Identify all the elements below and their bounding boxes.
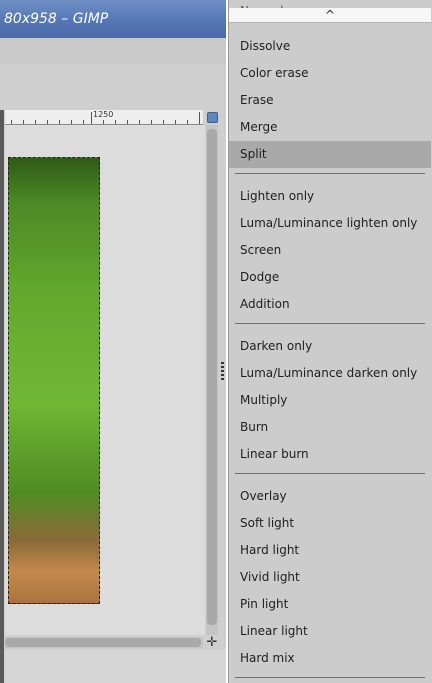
menu-item-dissolve[interactable]: Dissolve: [229, 33, 431, 60]
ruler-label: 1250: [93, 110, 114, 119]
menu-item-screen[interactable]: Screen: [229, 237, 431, 264]
menu-item-soft-light[interactable]: Soft light: [229, 510, 431, 537]
vertical-scrollbar[interactable]: [206, 125, 218, 635]
crosshair-icon[interactable]: ✛: [205, 636, 219, 650]
image-layer-preview[interactable]: [8, 157, 100, 604]
menu-item-overlay[interactable]: Overlay: [229, 483, 431, 510]
status-bar: [5, 650, 226, 683]
menu-item-burn[interactable]: Burn: [229, 414, 431, 441]
dock-handle[interactable]: [221, 362, 224, 380]
horizontal-scrollbar[interactable]: [5, 637, 203, 648]
menu-item-pin-light[interactable]: Pin light: [229, 591, 431, 618]
vertical-scrollbar-thumb[interactable]: [207, 129, 217, 625]
gimp-image-window: 80x958 – GIMP 1250 ✛: [0, 0, 226, 683]
menu-separator: [235, 677, 425, 678]
menu-item-linear-burn[interactable]: Linear burn: [229, 441, 431, 468]
menu-item-luma-darken-only[interactable]: Luma/Luminance darken only: [229, 360, 431, 387]
window-title: 80x958 – GIMP: [4, 11, 109, 27]
window-left-edge: [0, 110, 4, 683]
menu-item-hard-mix[interactable]: Hard mix: [229, 645, 431, 672]
menu-item-linear-light[interactable]: Linear light: [229, 618, 431, 645]
menu-item-vivid-light[interactable]: Vivid light: [229, 564, 431, 591]
menu-separator: [235, 323, 425, 324]
window-titlebar[interactable]: 80x958 – GIMP: [0, 0, 226, 38]
navigate-icon[interactable]: [207, 112, 218, 123]
menu-separator: [235, 173, 425, 174]
menu-item-color-erase[interactable]: Color erase: [229, 60, 431, 87]
menubar-strip: [0, 38, 226, 65]
menu-item-dodge[interactable]: Dodge: [229, 264, 431, 291]
menu-item-multiply[interactable]: Multiply: [229, 387, 431, 414]
menu-item-split[interactable]: Split: [229, 141, 431, 168]
horizontal-scrollbar-thumb[interactable]: [5, 638, 201, 647]
chevron-up-icon[interactable]: ^: [229, 8, 431, 23]
menu-separator: [235, 473, 425, 474]
menu-item-erase[interactable]: Erase: [229, 87, 431, 114]
menu-item-darken-only[interactable]: Darken only: [229, 333, 431, 360]
layer-mode-dropdown: Normal ^ Dissolve Color erase Erase Merg…: [228, 0, 432, 683]
menu-item-addition[interactable]: Addition: [229, 291, 431, 318]
menu-item-luma-lighten-only[interactable]: Luma/Luminance lighten only: [229, 210, 431, 237]
menu-item-merge[interactable]: Merge: [229, 114, 431, 141]
horizontal-ruler[interactable]: 1250: [5, 110, 203, 125]
menu-item-hard-light[interactable]: Hard light: [229, 537, 431, 564]
menu-item-lighten-only[interactable]: Lighten only: [229, 183, 431, 210]
